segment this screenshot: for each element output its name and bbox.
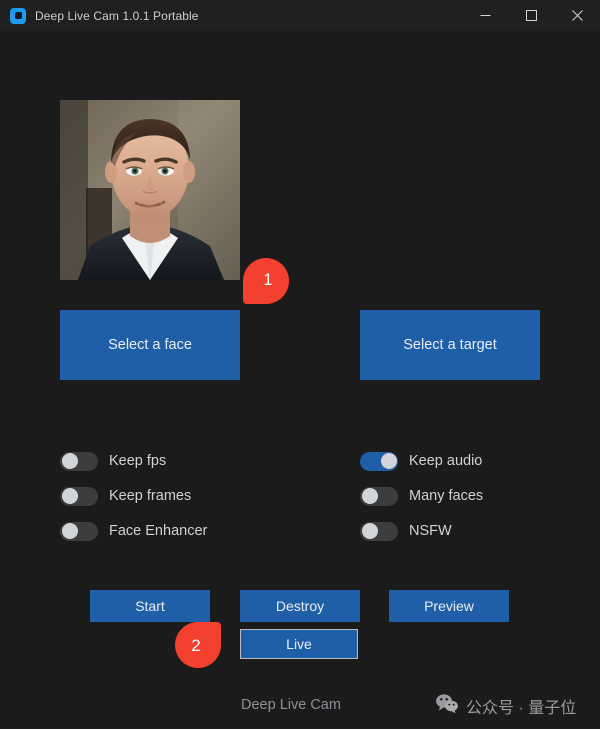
- switch-keep-frames-knob: [61, 488, 78, 504]
- app-logo-inner-square: [14, 12, 22, 19]
- start-button[interactable]: Start: [90, 590, 210, 622]
- callout-marker-1: 1: [243, 258, 289, 304]
- switch-keep-frames-label: Keep frames: [109, 488, 192, 504]
- wechat-icon: [435, 693, 459, 719]
- wechat-watermark: 公众号 · 量子位: [435, 693, 576, 719]
- select-target-button[interactable]: Select a target: [360, 310, 540, 380]
- live-button[interactable]: Live: [240, 629, 358, 659]
- switch-nsfw[interactable]: NSFW: [360, 520, 452, 542]
- selected-face-preview[interactable]: [60, 100, 240, 280]
- switch-many-faces-label: Many faces: [409, 488, 484, 504]
- select-face-button[interactable]: Select a face: [60, 310, 240, 380]
- face-portrait-image: [60, 100, 240, 280]
- maximize-icon[interactable]: [508, 0, 554, 31]
- switch-many-faces[interactable]: Many faces: [360, 485, 483, 507]
- switch-keep-fps-track[interactable]: [60, 451, 98, 471]
- destroy-button[interactable]: Destroy: [240, 590, 360, 622]
- switch-many-faces-knob: [361, 488, 378, 504]
- close-icon[interactable]: [554, 0, 600, 31]
- minimize-icon[interactable]: [462, 0, 508, 31]
- switch-keep-fps[interactable]: Keep fps: [60, 450, 166, 472]
- watermark-text: 公众号 · 量子位: [466, 700, 577, 717]
- switch-many-faces-track[interactable]: [360, 486, 398, 506]
- switch-keep-audio-track[interactable]: [360, 451, 398, 471]
- switch-keep-audio-knob: [380, 453, 397, 469]
- switch-nsfw-track[interactable]: [360, 521, 398, 541]
- app-logo-icon: [10, 7, 26, 24]
- switch-face-enhancer-label: Face Enhancer: [109, 523, 208, 539]
- selected-target-preview[interactable]: [360, 100, 540, 280]
- main-surface: Select a face Select a target Keep fps K…: [0, 31, 600, 729]
- switch-face-enhancer-track[interactable]: [60, 521, 98, 541]
- switch-keep-frames[interactable]: Keep frames: [60, 485, 191, 507]
- switch-keep-fps-label: Keep fps: [109, 453, 167, 469]
- switch-face-enhancer-knob: [61, 523, 78, 539]
- switch-keep-audio[interactable]: Keep audio: [360, 450, 482, 472]
- callout-marker-2: 2: [175, 622, 221, 668]
- app-window: Deep Live Cam 1.0.1 Portable Select a fa…: [0, 0, 600, 729]
- window-controls: [462, 0, 600, 31]
- callout-marker-1-number: 1: [263, 270, 273, 289]
- switch-keep-frames-track[interactable]: [60, 486, 98, 506]
- switch-keep-fps-knob: [61, 453, 78, 469]
- title-bar: Deep Live Cam 1.0.1 Portable: [0, 0, 600, 32]
- switch-nsfw-label: NSFW: [409, 523, 452, 539]
- callout-marker-2-number: 2: [191, 636, 201, 655]
- switch-keep-audio-label: Keep audio: [409, 453, 483, 469]
- switch-nsfw-knob: [361, 523, 378, 539]
- preview-button[interactable]: Preview: [389, 590, 509, 622]
- deep-live-cam-link[interactable]: Deep Live Cam: [241, 697, 341, 713]
- switch-face-enhancer[interactable]: Face Enhancer: [60, 520, 207, 542]
- window-title: Deep Live Cam 1.0.1 Portable: [35, 8, 199, 23]
